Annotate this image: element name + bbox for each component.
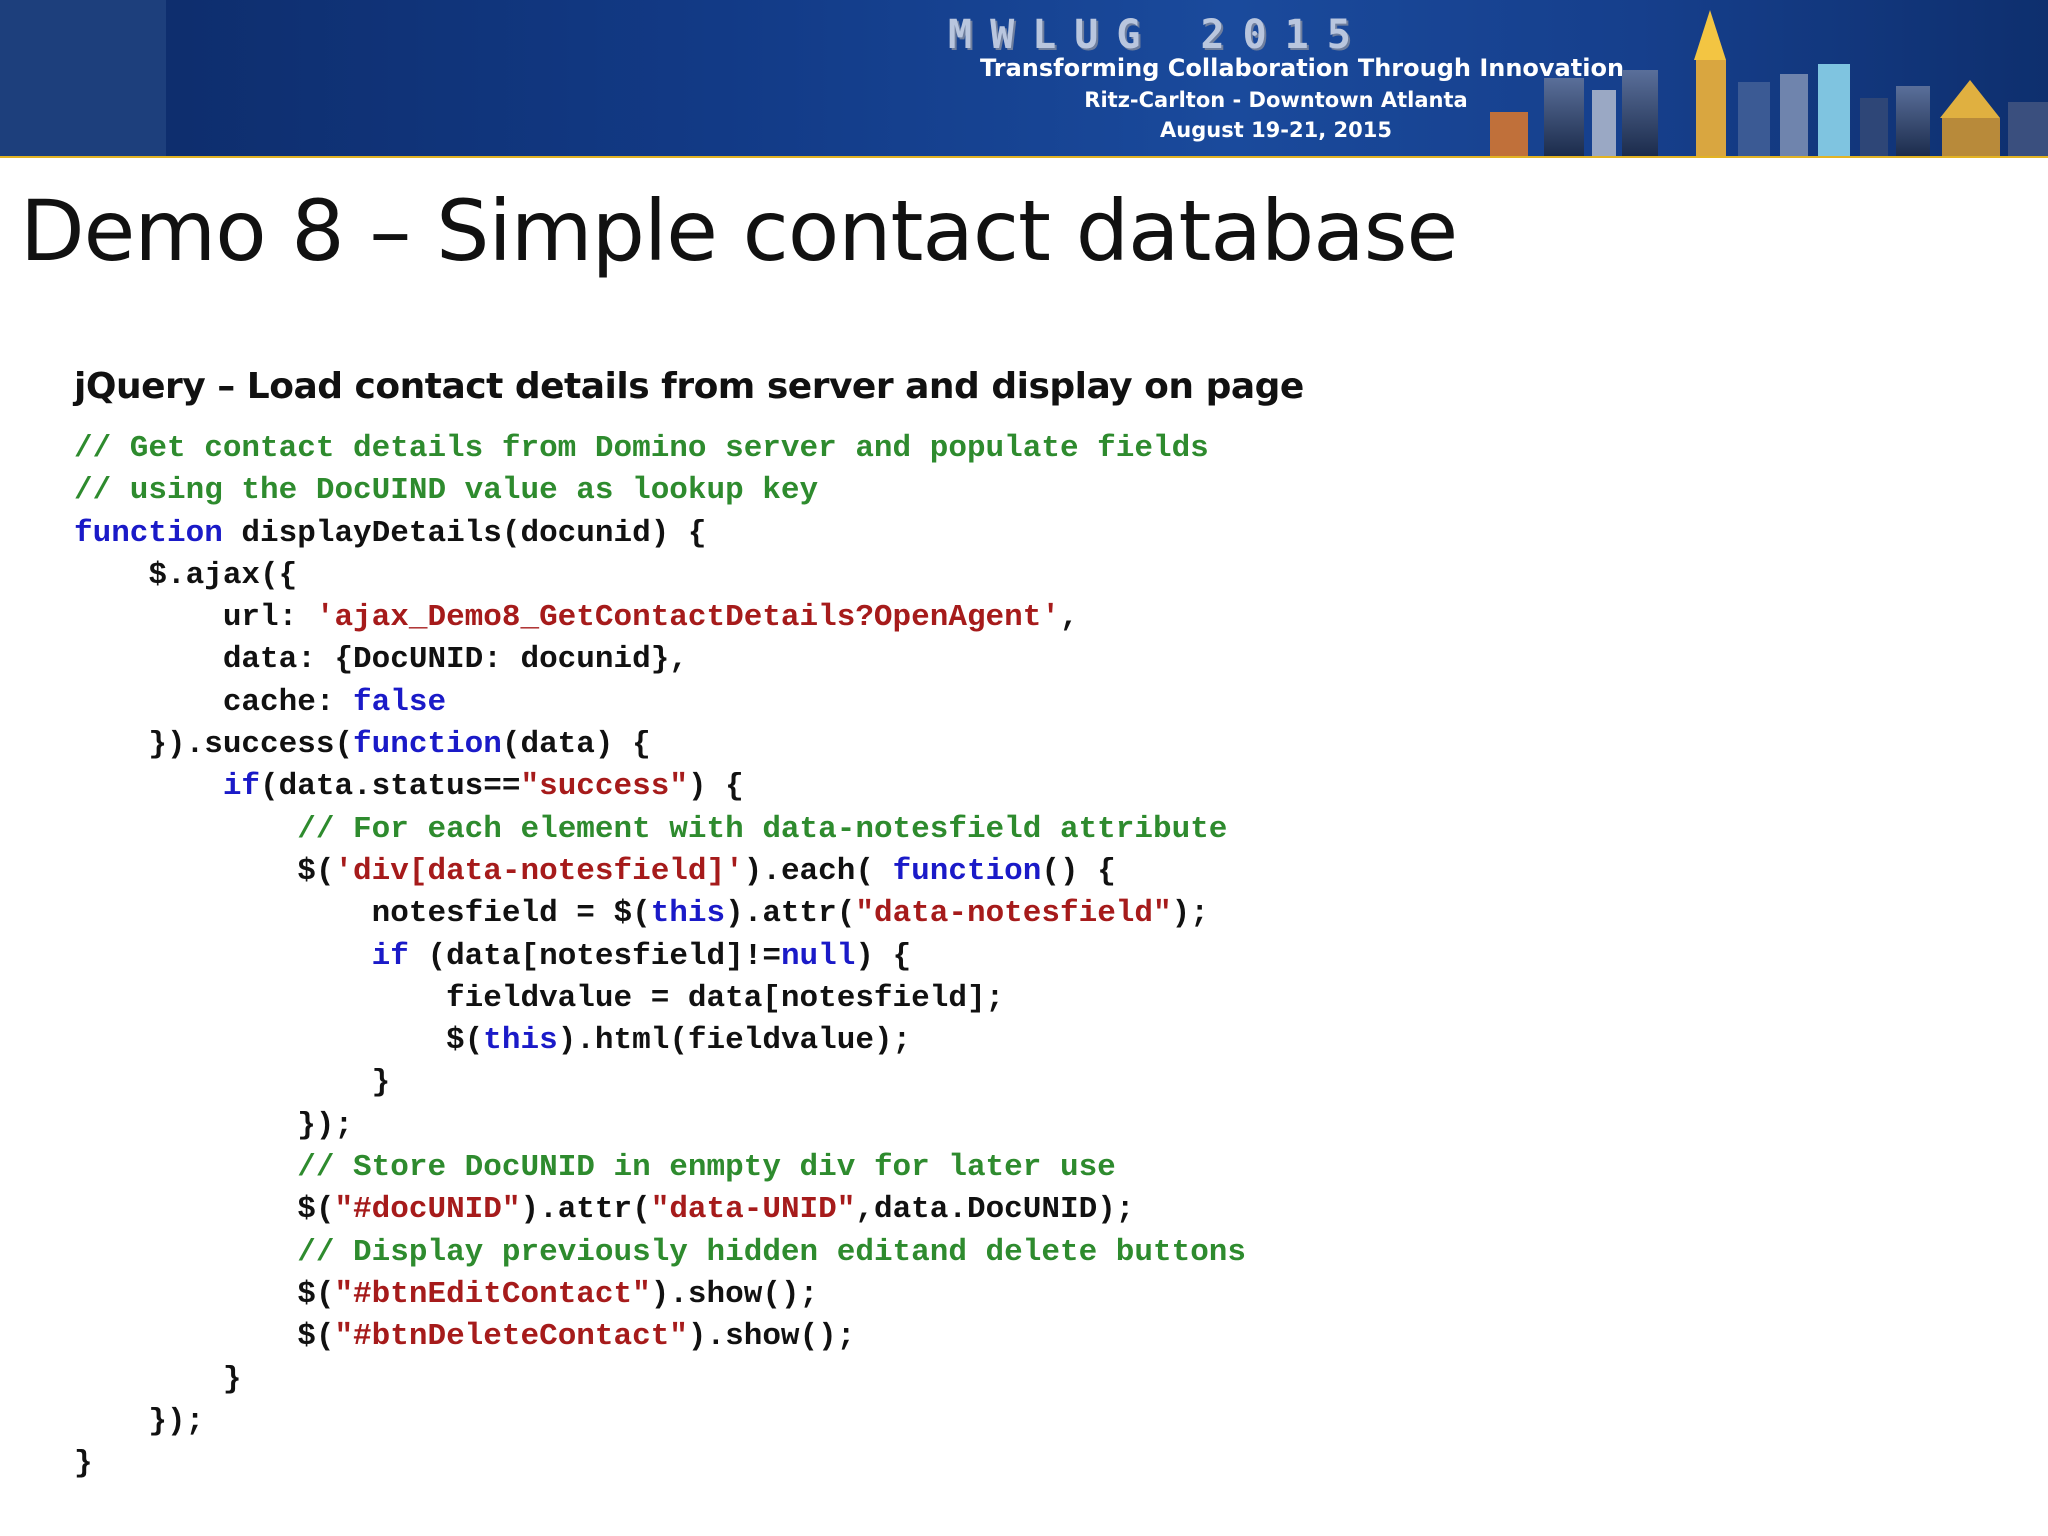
code-token: if: [222, 769, 261, 805]
code-token: // Get contact details from Domino serve…: [74, 431, 1209, 466]
banner-gold-rule: [0, 156, 2048, 158]
code-line: $("#btnEditContact").show();: [74, 1274, 1246, 1316]
code-line: $.ajax({: [74, 555, 1246, 597]
code-token: }: [74, 1446, 93, 1482]
code-token: fieldvalue = data[notesfield];: [74, 980, 1005, 1016]
code-token: (data) {: [501, 727, 651, 763]
code-line: // Display previously hidden editand del…: [74, 1232, 1246, 1274]
code-line: });: [74, 1401, 1246, 1443]
code-token: ) {: [855, 938, 912, 974]
code-token: $.ajax({: [74, 557, 298, 593]
code-line: url: 'ajax_Demo8_GetContactDetails?OpenA…: [74, 597, 1246, 639]
code-token: ).attr(: [725, 896, 856, 932]
code-line: }).success(function(data) {: [74, 724, 1246, 766]
code-token: url:: [74, 600, 316, 636]
code-token: function: [74, 515, 223, 551]
code-token: }).success(: [74, 727, 354, 763]
code-token: false: [353, 684, 447, 720]
code-token: null: [780, 938, 856, 974]
code-token: "#btnDeleteContact": [334, 1319, 688, 1355]
code-line: if (data[notesfield]!=null) {: [74, 936, 1246, 978]
code-token: "#docUNID": [334, 1192, 521, 1228]
banner-left-panel: [0, 0, 166, 158]
code-token: this: [650, 896, 726, 932]
city-skyline-image: [1490, 10, 2048, 158]
code-token: data: {DocUNID: docunid},: [74, 642, 688, 678]
code-token: $(: [74, 853, 335, 889]
slide-title: Demo 8 – Simple contact database: [20, 182, 1458, 280]
code-token: ).html(fieldvalue);: [557, 1023, 912, 1059]
code-line: cache: false: [74, 682, 1246, 724]
code-line: if(data.status=="success") {: [74, 766, 1246, 808]
code-token: cache:: [74, 684, 354, 720]
code-token: });: [74, 1107, 354, 1143]
code-line: $('div[data-notesfield]').each( function…: [74, 851, 1246, 893]
code-token: (data[notesfield]!=: [408, 938, 781, 974]
code-line: // using the DocUIND value as lookup key: [74, 470, 1246, 512]
code-block: // Get contact details from Domino serve…: [74, 428, 1246, 1485]
code-line: }: [74, 1359, 1246, 1401]
code-line: }: [74, 1062, 1246, 1104]
slide-subtitle: jQuery – Load contact details from serve…: [74, 366, 1304, 407]
code-token: ) {: [687, 769, 744, 805]
code-token: "success": [520, 769, 688, 805]
code-token: "data-UNID": [650, 1192, 856, 1228]
code-token: }: [74, 1065, 391, 1101]
code-token: function: [353, 727, 502, 763]
code-token: ).show();: [650, 1276, 819, 1312]
code-token: }: [74, 1361, 242, 1397]
code-line: // Store DocUNID in enmpty div for later…: [74, 1147, 1246, 1189]
code-line: notesfield = $(this).attr("data-notesfie…: [74, 893, 1246, 935]
code-line: data: {DocUNID: docunid},: [74, 639, 1246, 681]
code-line: fieldvalue = data[notesfield];: [74, 978, 1246, 1020]
code-line: // Get contact details from Domino serve…: [74, 428, 1246, 470]
code-token: function: [892, 853, 1042, 889]
code-token: $(: [74, 1192, 335, 1228]
code-token: (data.status==: [260, 769, 521, 805]
code-line: $("#btnDeleteContact").show();: [74, 1316, 1246, 1358]
code-line: function displayDetails(docunid) {: [74, 513, 1246, 555]
code-token: notesfield = $(: [74, 896, 651, 932]
code-token: if: [371, 938, 409, 974]
code-token: displayDetails(docunid) {: [222, 515, 707, 551]
code-line: $(this).html(fieldvalue);: [74, 1020, 1246, 1062]
code-token: // using the DocUIND value as lookup key: [74, 473, 819, 509]
code-line: $("#docUNID").attr("data-UNID",data.DocU…: [74, 1189, 1246, 1231]
code-token: ).each(: [743, 853, 893, 889]
code-token: "#btnEditContact": [334, 1276, 651, 1312]
code-token: "data-notesfield": [855, 896, 1172, 932]
code-token: $(: [74, 1319, 335, 1355]
code-token: $(: [74, 1276, 335, 1312]
event-venue: Ritz-Carlton - Downtown Atlanta: [1084, 88, 1468, 112]
code-token: () {: [1041, 853, 1116, 889]
code-token: // For each element with data-notesfield…: [297, 811, 1228, 847]
code-token: ,data.DocUNID);: [855, 1192, 1135, 1228]
code-token: ).attr(: [520, 1192, 651, 1228]
code-line: }: [74, 1443, 1246, 1485]
code-token: ,: [1059, 600, 1079, 636]
code-token: 'ajax_Demo8_GetContactDetails?OpenAgent': [315, 600, 1060, 636]
code-token: ).show();: [687, 1319, 856, 1355]
conference-banner: MWLUG 2015 Transforming Collaboration Th…: [0, 0, 2048, 158]
code-token: // Display previously hidden editand del…: [297, 1234, 1247, 1270]
code-line: });: [74, 1105, 1246, 1147]
code-line: // For each element with data-notesfield…: [74, 809, 1246, 851]
code-token: 'div[data-notesfield]': [334, 853, 744, 889]
code-token: this: [483, 1023, 558, 1059]
code-token: $(: [74, 1023, 484, 1059]
code-token: });: [74, 1403, 205, 1439]
event-dates: August 19-21, 2015: [1160, 118, 1392, 142]
code-token: // Store DocUNID in enmpty div for later…: [297, 1150, 1116, 1186]
event-logo: MWLUG 2015: [948, 12, 1369, 58]
code-token: );: [1171, 896, 1209, 932]
